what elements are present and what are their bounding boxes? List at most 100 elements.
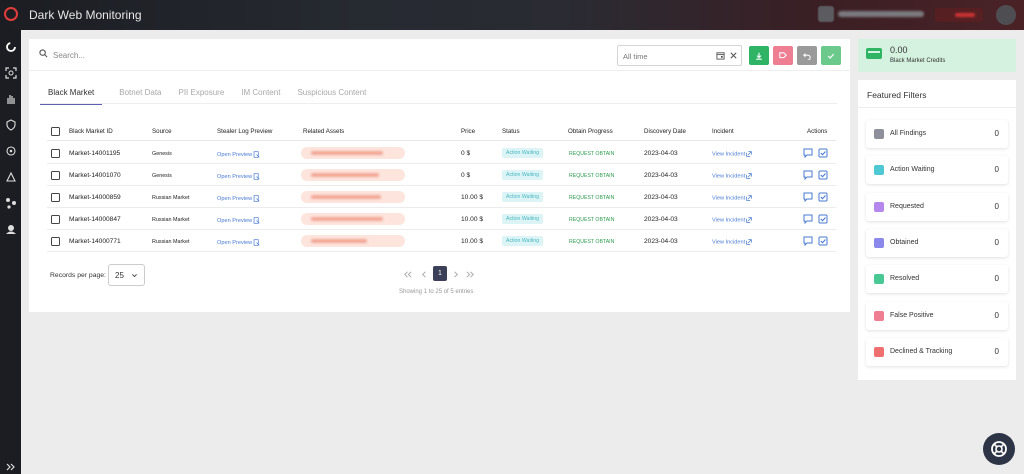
filter-item[interactable]: Obtained 0 — [866, 228, 1008, 257]
status-badge: Action Waiting — [502, 192, 543, 202]
filter-item[interactable]: Resolved 0 — [866, 265, 1008, 294]
filter-label: Requested — [890, 202, 924, 210]
support-button[interactable] — [983, 433, 1015, 465]
view-incident-link[interactable]: View Incident — [712, 239, 752, 245]
calendar-icon[interactable] — [716, 51, 725, 60]
check-square-icon[interactable] — [818, 170, 828, 180]
sidebar-item-dark-web[interactable] — [4, 170, 17, 183]
request-obtain-button[interactable]: REQUEST OBTAIN — [569, 239, 614, 245]
comment-icon[interactable] — [803, 214, 813, 224]
filter-label: Action Waiting — [890, 166, 935, 174]
table-row[interactable]: Market-14000859 Russian Market Open Prev… — [47, 186, 836, 208]
comment-icon[interactable] — [803, 192, 813, 202]
featured-filters-title: Featured Filters — [867, 90, 927, 100]
comment-icon[interactable] — [803, 236, 813, 246]
open-preview-link[interactable]: Open Preview — [217, 195, 260, 202]
undo-button[interactable] — [797, 46, 817, 65]
open-preview-link[interactable]: Open Preview — [217, 239, 260, 246]
sidebar-item-scan[interactable] — [4, 66, 17, 79]
column-id[interactable]: Black Market ID — [69, 128, 113, 135]
page-button-current[interactable]: 1 — [433, 266, 447, 281]
status-badge: Action Waiting — [502, 214, 543, 224]
filter-color-icon — [874, 129, 884, 139]
check-square-icon[interactable] — [818, 148, 828, 158]
check-square-icon[interactable] — [818, 236, 828, 246]
row-checkbox[interactable] — [51, 193, 60, 202]
double-chevron-right-icon — [466, 271, 474, 278]
document-icon — [253, 151, 260, 158]
related-asset-redacted[interactable] — [301, 147, 405, 159]
row-checkbox[interactable] — [51, 215, 60, 224]
table-row[interactable]: Market-14001070 Genesis Open Preview 0 $… — [47, 164, 836, 186]
select-all-checkbox[interactable] — [51, 127, 60, 136]
last-page-button[interactable] — [466, 270, 475, 281]
filter-item[interactable]: Requested 0 — [866, 192, 1008, 221]
request-obtain-button[interactable]: REQUEST OBTAIN — [569, 195, 614, 201]
logout-button[interactable] — [935, 8, 983, 22]
open-preview-link[interactable]: Open Preview — [217, 173, 260, 180]
approve-button[interactable] — [821, 46, 841, 65]
table-row[interactable]: Market-14001195 Genesis Open Preview 0 $… — [47, 142, 836, 164]
view-incident-link[interactable]: View Incident — [712, 195, 752, 201]
comment-icon[interactable] — [803, 148, 813, 158]
close-icon[interactable] — [729, 51, 738, 60]
filter-item[interactable]: False Positive 0 — [866, 301, 1008, 330]
column-assets: Related Assets — [303, 128, 345, 135]
column-date[interactable]: Discovery Date — [644, 128, 686, 135]
sidebar-item-network[interactable] — [4, 196, 17, 209]
filter-label: False Positive — [890, 311, 934, 319]
related-asset-redacted[interactable] — [301, 191, 405, 203]
pagination-info: Showing 1 to 25 of 5 entries — [399, 289, 474, 295]
search-input[interactable] — [53, 48, 453, 62]
open-preview-link[interactable]: Open Preview — [217, 151, 260, 158]
app-logo-icon[interactable] — [4, 7, 18, 21]
request-obtain-button[interactable]: REQUEST OBTAIN — [569, 151, 614, 157]
open-preview-link[interactable]: Open Preview — [217, 217, 260, 224]
check-square-icon[interactable] — [818, 192, 828, 202]
column-price[interactable]: Price — [461, 128, 475, 135]
view-incident-link[interactable]: View Incident — [712, 217, 752, 223]
sidebar-item-alerts[interactable] — [4, 144, 17, 157]
user-menu[interactable] — [818, 6, 924, 22]
request-obtain-button[interactable]: REQUEST OBTAIN — [569, 173, 614, 179]
related-asset-redacted[interactable] — [301, 213, 405, 225]
prev-page-button[interactable] — [420, 270, 429, 281]
related-asset-redacted[interactable] — [301, 169, 405, 181]
column-status[interactable]: Status — [502, 128, 520, 135]
row-checkbox[interactable] — [51, 149, 60, 158]
filter-item[interactable]: Action Waiting 0 — [866, 156, 1008, 185]
row-checkbox[interactable] — [51, 237, 60, 246]
download-button[interactable] — [749, 46, 769, 65]
table-row[interactable]: Market-14000847 Russian Market Open Prev… — [47, 208, 836, 230]
check-icon — [827, 53, 835, 59]
column-source[interactable]: Source — [152, 128, 172, 135]
comment-icon[interactable] — [803, 170, 813, 180]
sidebar-expand-button[interactable] — [4, 460, 17, 473]
undo-icon — [803, 52, 811, 60]
sidebar-item-dashboard[interactable] — [4, 40, 17, 53]
view-incident-link[interactable]: View Incident — [712, 173, 752, 179]
document-icon — [253, 239, 260, 246]
row-price: 0 $ — [461, 172, 471, 179]
sidebar-item-fingerprint[interactable] — [4, 92, 17, 105]
top-bar: Dark Web Monitoring — [0, 0, 1024, 30]
next-page-button[interactable] — [451, 270, 460, 281]
filter-count: 0 — [994, 201, 999, 211]
request-obtain-button[interactable]: REQUEST OBTAIN — [569, 217, 614, 223]
date-range-picker[interactable]: All time — [617, 45, 742, 66]
check-square-icon[interactable] — [818, 214, 828, 224]
open-preview-label: Open Preview — [217, 217, 253, 224]
sidebar-item-threat-actor[interactable] — [4, 222, 17, 235]
sidebar-item-shield[interactable] — [4, 118, 17, 131]
table-row[interactable]: Market-14000771 Russian Market Open Prev… — [47, 230, 836, 252]
filter-item[interactable]: All Findings 0 — [866, 120, 1008, 148]
records-per-page-select[interactable]: 25 — [108, 264, 145, 286]
row-checkbox[interactable] — [51, 171, 60, 180]
view-incident-link[interactable]: View Incident — [712, 151, 752, 157]
row-id: Market-14001070 — [69, 172, 121, 179]
related-asset-redacted[interactable] — [301, 235, 405, 247]
first-page-button[interactable] — [403, 270, 412, 281]
filter-item[interactable]: Declined & Tracking 0 — [866, 337, 1008, 366]
flag-button[interactable] — [773, 46, 793, 65]
user-circle-icon[interactable] — [996, 5, 1016, 25]
